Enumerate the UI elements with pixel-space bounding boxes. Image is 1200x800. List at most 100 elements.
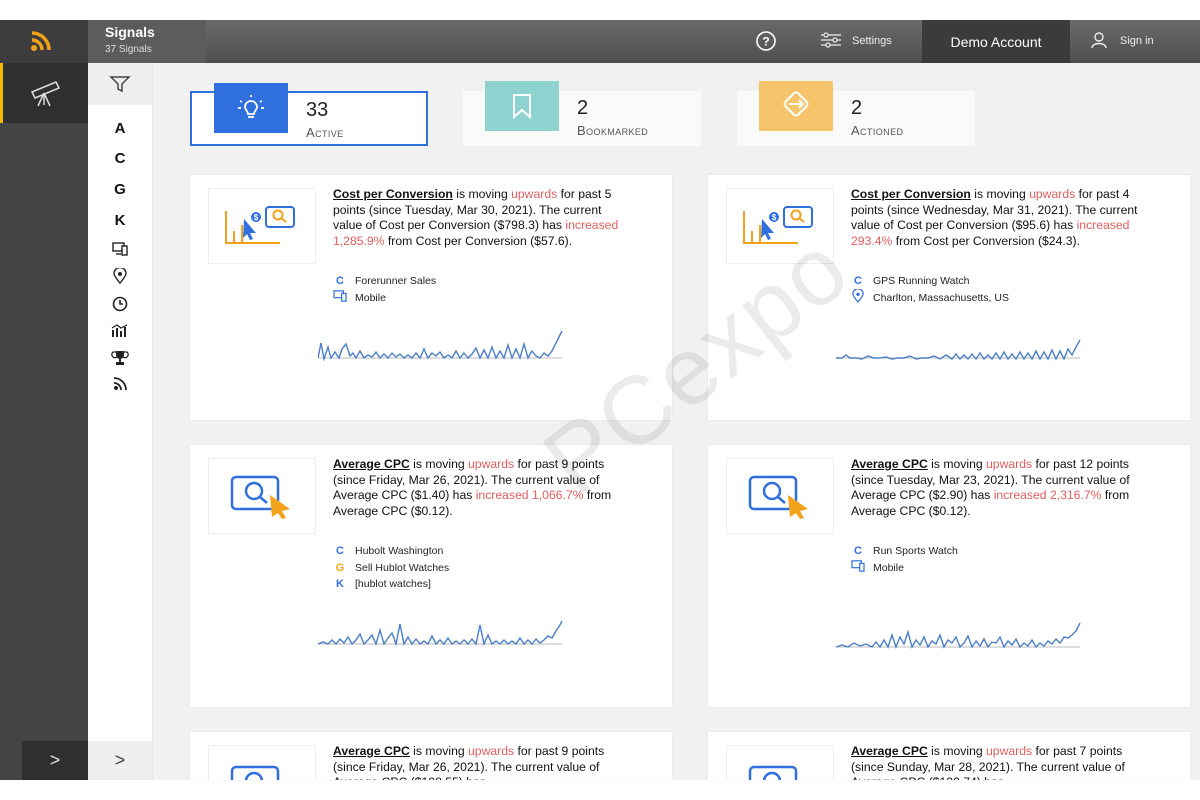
direction: upwards (1029, 187, 1076, 201)
signal-tags: C Run Sports Watch Mobile (851, 543, 958, 576)
signal-tags: C GPS Running Watch Charlton, Massachuset… (851, 273, 1009, 306)
tag-label: GPS Running Watch (873, 275, 970, 288)
bookmark-icon (485, 81, 559, 131)
direction: upwards (468, 457, 515, 471)
signal-card[interactable]: Average CPC is moving upwards for past 9… (190, 732, 672, 780)
direction: upwards (511, 187, 558, 201)
filter-a[interactable]: A (100, 120, 140, 137)
filter-expand-button[interactable]: > (88, 741, 152, 780)
signal-tags: C Hubolt Washington G Sell Hublot Watches … (333, 543, 449, 593)
change-value: increased 1,066.7% (475, 488, 584, 502)
adgroup-tag: G Sell Hublot Watches (333, 560, 449, 577)
filter-icon[interactable] (88, 63, 152, 105)
signal-card[interactable]: Average CPC is moving upwards for past 9… (190, 445, 672, 707)
location-icon (851, 288, 865, 306)
demo-account-button[interactable]: Demo Account (922, 20, 1070, 63)
text: is moving (970, 187, 1030, 201)
stat-count: 2 (851, 97, 863, 119)
tag-label: Mobile (873, 561, 904, 574)
metric-name[interactable]: Average CPC (333, 457, 410, 471)
keyword-tag: K [hublot watches] (333, 576, 449, 593)
svg-text:$: $ (772, 213, 777, 222)
feed-icon[interactable] (100, 377, 140, 395)
signal-description: Average CPC is moving upwards for past 1… (851, 457, 1141, 519)
campaign-icon: C (336, 545, 344, 558)
lightbulb-icon (214, 83, 288, 133)
signal-description: Average CPC is moving upwards for past 9… (333, 457, 623, 519)
chart-icon[interactable] (100, 324, 140, 342)
signal-card[interactable]: $ Cost per Conversion is moving upwards … (190, 175, 672, 420)
clock-icon[interactable] (100, 296, 140, 316)
device-icon[interactable] (100, 242, 140, 260)
campaign-tag: C Forerunner Sales (333, 273, 436, 290)
sign-in-button[interactable]: Sign in (1090, 31, 1154, 51)
keyword-icon: K (336, 578, 344, 591)
direction: upwards (468, 744, 515, 758)
signal-description: Cost per Conversion is moving upwards fo… (333, 187, 623, 249)
signal-card[interactable]: $ Cost per Conversion is moving upwards … (708, 175, 1190, 420)
sparkline (836, 339, 1081, 361)
metric-name[interactable]: Average CPC (333, 744, 410, 758)
rss-logo-icon[interactable] (0, 20, 88, 63)
sign-in-label: Sign in (1120, 35, 1154, 47)
cost-conversion-icon: $ (208, 188, 316, 264)
cost-conversion-icon: $ (726, 188, 834, 264)
stat-label: Bookmarked (577, 123, 649, 138)
filter-k[interactable]: K (100, 212, 140, 229)
signal-card[interactable]: Average CPC is moving upwards for past 7… (708, 732, 1190, 780)
device-icon (851, 560, 865, 575)
stat-bookmarked[interactable]: 2 Bookmarked (463, 81, 701, 146)
device-tag: Mobile (333, 290, 436, 307)
filter-c[interactable]: C (100, 150, 140, 167)
campaign-tag: C GPS Running Watch (851, 273, 1009, 290)
filter-g[interactable]: G (100, 181, 140, 198)
direction: upwards (986, 744, 1033, 758)
location-icon[interactable] (100, 266, 140, 288)
stat-active[interactable]: 33 Active (190, 83, 428, 146)
settings-label: Settings (852, 35, 892, 47)
stat-count: 2 (577, 97, 589, 119)
sliders-icon (820, 31, 842, 51)
stat-label: Actioned (851, 123, 904, 138)
metric-name[interactable]: Cost per Conversion (851, 187, 971, 201)
sparkline (318, 620, 563, 647)
device-tag: Mobile (851, 560, 958, 577)
text: is moving (409, 457, 469, 471)
adgroup-icon: G (335, 561, 345, 574)
signals-header: Signals 37 Signals (88, 20, 206, 63)
actioned-icon (759, 81, 833, 131)
text: is moving (452, 187, 512, 201)
campaign-icon: C (336, 275, 344, 288)
trophy-icon[interactable] (100, 350, 140, 370)
stat-actioned[interactable]: 2 Actioned (737, 81, 975, 146)
metric-name[interactable]: Average CPC (851, 744, 928, 758)
campaign-icon: C (854, 275, 862, 288)
campaign-icon: C (854, 545, 862, 558)
search-cpc-icon (208, 745, 316, 780)
signal-description: Average CPC is moving upwards for past 9… (333, 744, 623, 780)
text: from Cost per Conversion ($24.3). (892, 233, 1080, 248)
text: from Cost per Conversion ($57.6). (384, 233, 573, 248)
tag-label: [hublot watches] (355, 578, 431, 591)
text: is moving (927, 457, 987, 471)
sparkline (318, 330, 563, 362)
search-cpc-icon (726, 745, 834, 780)
tag-label: Mobile (355, 291, 386, 304)
campaign-tag: C Run Sports Watch (851, 543, 958, 560)
metric-name[interactable]: Average CPC (851, 457, 928, 471)
direction: upwards (986, 457, 1033, 471)
sparkline (836, 622, 1081, 650)
tag-label: Run Sports Watch (873, 545, 958, 558)
metric-name[interactable]: Cost per Conversion (333, 187, 453, 201)
help-icon[interactable]: ? (752, 30, 780, 52)
telescope-icon[interactable] (0, 63, 88, 123)
page-title: Signals (105, 24, 155, 40)
svg-text:?: ? (762, 35, 769, 49)
tag-label: Sell Hublot Watches (355, 561, 450, 574)
rail-expand-button[interactable]: > (22, 741, 88, 780)
signal-card[interactable]: Average CPC is moving upwards for past 1… (708, 445, 1190, 707)
settings-button[interactable]: Settings (820, 31, 892, 51)
signal-description: Average CPC is moving upwards for past 7… (851, 744, 1141, 780)
tag-label: Hubolt Washington (355, 545, 444, 558)
stat-label: Active (306, 125, 344, 140)
